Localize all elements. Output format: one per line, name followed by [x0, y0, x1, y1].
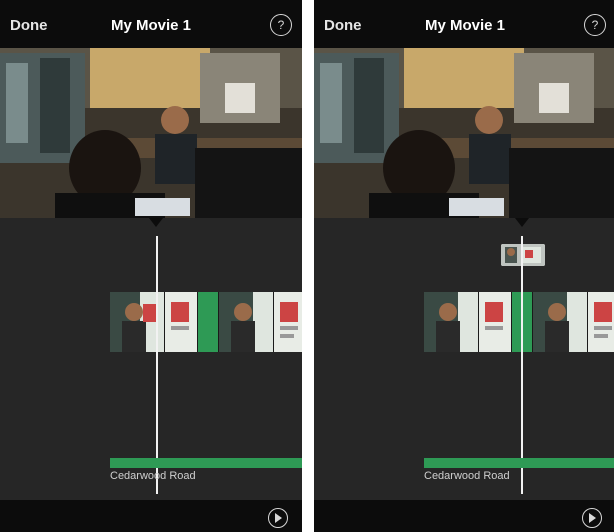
lifted-clip-thumbnail[interactable] — [501, 244, 545, 266]
project-title: My Movie 1 — [110, 17, 192, 34]
editor-screen-right: Done My Movie 1 ? Cedarwood Road — [314, 0, 614, 532]
clip-thumbnail — [588, 292, 614, 352]
playhead-line[interactable] — [521, 236, 523, 494]
audio-track[interactable] — [110, 458, 302, 468]
bottom-toolbar — [314, 500, 614, 532]
nav-bar: Done My Movie 1 ? — [314, 0, 614, 48]
editor-screen-left: Done My Movie 1 ? Cedarwood Road — [0, 0, 302, 532]
clip-thumbnail — [479, 292, 512, 352]
clip-thumbnail — [274, 292, 302, 352]
video-preview — [314, 48, 614, 218]
audio-track[interactable] — [424, 458, 614, 468]
bottom-toolbar — [0, 500, 302, 532]
share-play-icon[interactable] — [582, 508, 602, 528]
clip-thumbnail — [533, 292, 588, 352]
nav-bar: Done My Movie 1 ? — [0, 0, 302, 48]
help-icon[interactable]: ? — [584, 14, 606, 36]
share-play-icon[interactable] — [268, 508, 288, 528]
project-title: My Movie 1 — [424, 17, 506, 34]
audio-track-label: Cedarwood Road — [110, 470, 196, 482]
video-clip-strip[interactable] — [110, 292, 302, 352]
playhead-marker — [515, 218, 529, 227]
playhead-marker — [149, 218, 163, 227]
audio-track-label: Cedarwood Road — [424, 470, 510, 482]
video-clip-strip[interactable] — [424, 292, 614, 352]
clip-thumbnail — [424, 292, 479, 352]
playhead-line[interactable] — [156, 236, 158, 494]
clip-thumbnail — [165, 292, 198, 352]
clip-thumbnail — [198, 292, 219, 352]
help-icon[interactable]: ? — [270, 14, 292, 36]
video-preview — [0, 48, 302, 218]
clip-thumbnail — [219, 292, 274, 352]
